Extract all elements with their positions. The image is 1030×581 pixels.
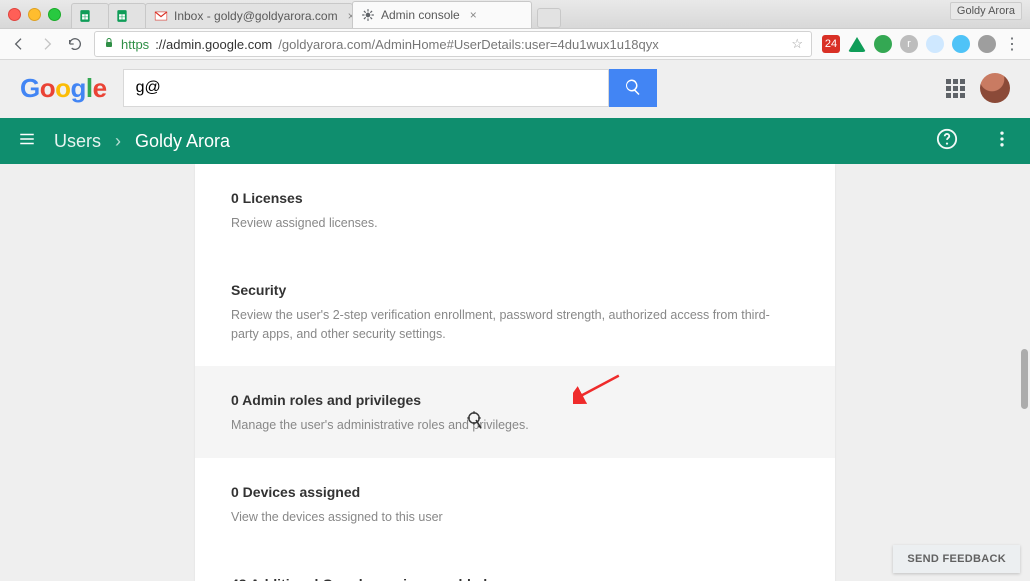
cloud-extension-icon-2[interactable] xyxy=(952,35,970,53)
section-title: 0 Admin roles and privileges xyxy=(231,392,799,408)
close-window-icon[interactable] xyxy=(8,8,21,21)
section-description: Review assigned licenses. xyxy=(231,214,771,233)
google-header: Google xyxy=(0,60,1030,118)
help-icon[interactable] xyxy=(936,128,958,155)
account-avatar[interactable] xyxy=(980,73,1010,103)
section-admin-roles[interactable]: 0 Admin roles and privileges Manage the … xyxy=(195,366,835,458)
section-description: Manage the user's administrative roles a… xyxy=(231,416,771,435)
browser-tab-sheets-1[interactable] xyxy=(71,3,109,28)
send-feedback-button[interactable]: SEND FEEDBACK xyxy=(893,545,1020,573)
search-icon xyxy=(624,78,642,99)
browser-tab-inbox[interactable]: Inbox - goldy@goldyarora.com × xyxy=(145,3,353,28)
close-tab-icon[interactable]: × xyxy=(470,8,477,22)
hamburger-menu-icon[interactable] xyxy=(18,130,36,153)
browser-tab-sheets-2[interactable] xyxy=(108,3,146,28)
back-button[interactable] xyxy=(10,35,28,53)
section-security[interactable]: Security Review the user's 2-step verifi… xyxy=(195,256,835,367)
google-admin-icon xyxy=(361,8,375,22)
browser-tab-admin[interactable]: Admin console × xyxy=(352,1,532,28)
admin-console-app: Google Users › Goldy Arora xyxy=(0,60,1030,581)
secure-lock-icon xyxy=(103,37,115,52)
tab-strip: Inbox - goldy@goldyarora.com × Admin con… xyxy=(71,0,561,28)
section-title: 48 Additional Google services enabled xyxy=(231,576,799,581)
cloud-extension-icon-1[interactable] xyxy=(926,35,944,53)
url-protocol: https xyxy=(121,37,149,52)
search-container xyxy=(123,69,657,107)
breadcrumb-parent[interactable]: Users xyxy=(54,131,101,152)
google-apps-icon[interactable] xyxy=(946,79,964,97)
url-path: /goldyarora.com/AdminHome#UserDetails:us… xyxy=(278,37,658,52)
content-area: 0 Licenses Review assigned licenses. Sec… xyxy=(0,164,1030,581)
scrollbar-thumb[interactable] xyxy=(1021,349,1028,409)
browser-toolbar: https ://admin.google.com /goldyarora.co… xyxy=(0,29,1030,60)
section-licenses[interactable]: 0 Licenses Review assigned licenses. xyxy=(195,164,835,256)
section-title: 0 Licenses xyxy=(231,190,799,206)
section-title: Security xyxy=(231,282,799,298)
extension-icon-r[interactable]: r xyxy=(900,35,918,53)
minimize-window-icon[interactable] xyxy=(28,8,41,21)
breadcrumb: Users › Goldy Arora xyxy=(54,131,230,152)
sheets-icon xyxy=(78,9,92,23)
address-bar[interactable]: https ://admin.google.com /goldyarora.co… xyxy=(94,31,812,57)
section-devices[interactable]: 0 Devices assigned View the devices assi… xyxy=(195,458,835,550)
chrome-menu-icon[interactable]: ⋮ xyxy=(1004,34,1020,54)
drive-extension-icon[interactable] xyxy=(848,37,866,52)
extensions-row: 24 r ⋮ xyxy=(822,34,1020,54)
bookmark-star-icon[interactable]: ☆ xyxy=(791,36,803,52)
annotation-arrow-icon xyxy=(573,374,623,409)
tab-label: Admin console xyxy=(381,8,460,22)
user-details-card: 0 Licenses Review assigned licenses. Sec… xyxy=(195,164,835,581)
section-title: 0 Devices assigned xyxy=(231,484,799,500)
window-controls xyxy=(8,8,61,21)
search-button[interactable] xyxy=(609,69,657,107)
window-titlebar: Inbox - goldy@goldyarora.com × Admin con… xyxy=(0,0,1030,29)
section-description: Review the user's 2-step verification en… xyxy=(231,306,771,344)
admin-toolbar: Users › Goldy Arora xyxy=(0,118,1030,164)
green-extension-icon[interactable] xyxy=(874,35,892,53)
url-host: ://admin.google.com xyxy=(155,37,272,52)
tab-label: Inbox - goldy@goldyarora.com xyxy=(174,9,338,23)
circle-extension-icon[interactable] xyxy=(978,35,996,53)
breadcrumb-current: Goldy Arora xyxy=(135,131,230,152)
new-tab-button[interactable] xyxy=(537,8,561,28)
google-logo[interactable]: Google xyxy=(20,73,107,104)
calendar-extension-icon[interactable]: 24 xyxy=(822,35,840,53)
gmail-icon xyxy=(154,9,168,23)
sheets-icon xyxy=(115,9,129,23)
search-input[interactable] xyxy=(123,69,609,107)
chevron-right-icon: › xyxy=(115,131,121,152)
forward-button[interactable] xyxy=(38,35,56,53)
maximize-window-icon[interactable] xyxy=(48,8,61,21)
section-description: View the devices assigned to this user xyxy=(231,508,771,527)
reload-button[interactable] xyxy=(66,35,84,53)
chrome-profile-badge[interactable]: Goldy Arora xyxy=(950,2,1022,20)
more-vert-icon[interactable] xyxy=(992,129,1012,154)
browser-chrome: Inbox - goldy@goldyarora.com × Admin con… xyxy=(0,0,1030,60)
section-additional-services[interactable]: 48 Additional Google services enabled Re… xyxy=(195,550,835,581)
